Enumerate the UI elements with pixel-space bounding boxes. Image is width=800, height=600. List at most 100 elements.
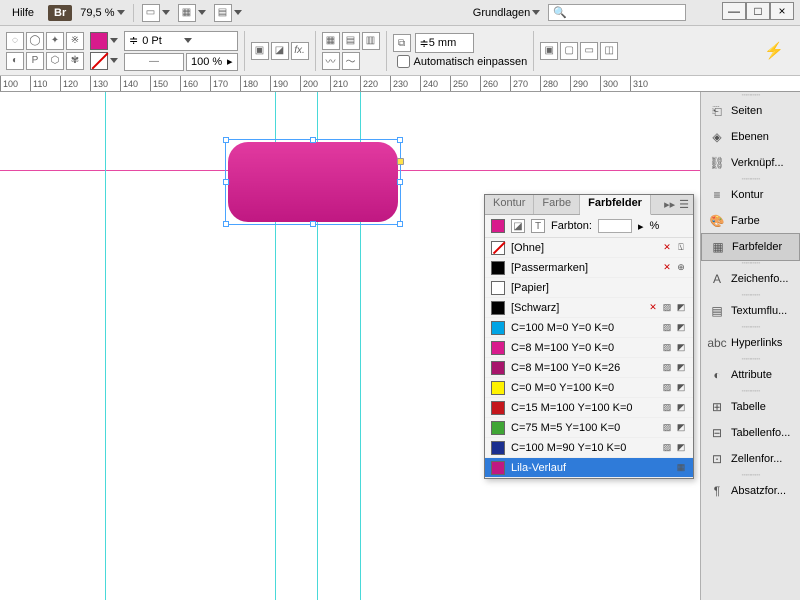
inset-field[interactable]: ≑	[415, 33, 474, 53]
workspace-dropdown[interactable]: Grundlagen	[473, 7, 541, 19]
search-field[interactable]: 🔍	[548, 4, 686, 21]
wrap-icon[interactable]: ▤	[342, 32, 360, 50]
dock-item-absatzfor[interactable]: ¶Absatzfor...	[701, 478, 800, 504]
panel-menu-icon[interactable]: ☰	[679, 198, 689, 211]
swatch-row[interactable]: Lila-Verlauf▦	[485, 458, 693, 478]
swatch-row[interactable]: C=8 M=100 Y=0 K=0▨◩	[485, 338, 693, 358]
horizontal-ruler[interactable]: 1001101201301401501601701801902002102202…	[0, 76, 800, 92]
opacity-field[interactable]: ▸	[186, 53, 238, 71]
swatch-row[interactable]: C=100 M=90 Y=10 K=0▨◩	[485, 438, 693, 458]
wrap-icon[interactable]: 〜	[342, 52, 360, 70]
dock-item-verknpf[interactable]: ⛓Verknüpf...	[701, 150, 800, 176]
dock-item-icon: ⊞	[709, 399, 725, 415]
swatch-row[interactable]: [Papier]	[485, 278, 693, 298]
search-input[interactable]	[571, 7, 681, 19]
stepper-icon[interactable]: ≑	[129, 34, 138, 47]
dock-item-tabelle[interactable]: ⊞Tabelle	[701, 394, 800, 420]
stroke-weight-input[interactable]	[142, 35, 180, 47]
tint-input[interactable]	[598, 219, 632, 233]
tint-slider-icon[interactable]: ▸	[638, 220, 644, 233]
swatch-row[interactable]: C=15 M=100 Y=100 K=0▨◩	[485, 398, 693, 418]
swatch-list[interactable]: [Ohne]✕⍂[Passermarken]✕⊕[Papier][Schwarz…	[485, 238, 693, 478]
inset-input[interactable]	[429, 37, 469, 49]
stroke-style-dropdown[interactable]: —	[124, 53, 184, 71]
dock-item-seiten[interactable]: ⎗Seiten	[701, 98, 800, 124]
tool-icon[interactable]: ✦	[46, 32, 64, 50]
tool-icon[interactable]: ⬡	[46, 52, 64, 70]
text-color-icon[interactable]: T	[531, 219, 545, 233]
tab-kontur[interactable]: Kontur	[485, 195, 534, 214]
opacity-input[interactable]	[191, 56, 227, 68]
selection-handle[interactable]	[397, 137, 403, 143]
toggle-fill-stroke-icon[interactable]: ◪	[511, 219, 525, 233]
selection-bounds	[225, 139, 401, 225]
selection-handle[interactable]	[223, 179, 229, 185]
collapse-icon[interactable]: ▸▸	[664, 198, 675, 211]
close-button[interactable]: ×	[770, 2, 794, 20]
selection-handle[interactable]	[397, 179, 403, 185]
wrap-icon[interactable]: ▦	[322, 32, 340, 50]
stroke-swatch-none[interactable]	[90, 52, 108, 70]
selection-handle[interactable]	[310, 221, 316, 227]
fill-dropdown-icon[interactable]	[110, 38, 118, 43]
fit-icon[interactable]: ▭	[580, 42, 598, 60]
maximize-button[interactable]: □	[746, 2, 770, 20]
minimize-button[interactable]: —	[722, 2, 746, 20]
dock-item-kontur[interactable]: ≡Kontur	[701, 182, 800, 208]
swatch-row[interactable]: [Schwarz]✕▨◩	[485, 298, 693, 318]
swatch-chip	[491, 401, 505, 415]
selection-handle[interactable]	[223, 221, 229, 227]
guide-vertical[interactable]	[105, 92, 106, 600]
selection-handle[interactable]	[310, 137, 316, 143]
dock-item-tabellenfo[interactable]: ⊟Tabellenfo...	[701, 420, 800, 446]
frame-fit-icon[interactable]: ⧉	[393, 34, 411, 52]
tool-icon[interactable]: ※	[66, 32, 84, 50]
fit-icon[interactable]: ◫	[600, 42, 618, 60]
dock-item-attribute[interactable]: ◐Attribute	[701, 362, 800, 388]
swatch-row[interactable]: C=0 M=0 Y=100 K=0▨◩	[485, 378, 693, 398]
fx-icon[interactable]: ◪	[271, 42, 289, 60]
dock-item-zeichenfo[interactable]: AZeichenfo...	[701, 266, 800, 292]
dock-item-farbe[interactable]: 🎨Farbe	[701, 208, 800, 234]
dock-item-ebenen[interactable]: ◈Ebenen	[701, 124, 800, 150]
help-menu[interactable]: Hilfe	[6, 5, 40, 21]
arrange-dropdown[interactable]: ▦	[178, 4, 206, 22]
bridge-badge[interactable]: Br	[48, 5, 72, 21]
swatch-row[interactable]: [Ohne]✕⍂	[485, 238, 693, 258]
lightning-icon[interactable]: ⚡	[764, 41, 794, 61]
active-fill-swatch[interactable]	[491, 219, 505, 233]
stroke-weight-field[interactable]: ≑	[124, 31, 238, 51]
zoom-dropdown[interactable]: 79,5 %	[80, 7, 124, 19]
tool-icon[interactable]: P	[26, 52, 44, 70]
swatch-row[interactable]: [Passermarken]✕⊕	[485, 258, 693, 278]
stroke-dropdown-icon[interactable]	[110, 58, 118, 63]
selection-handle[interactable]	[397, 221, 403, 227]
fx-icon[interactable]: fx.	[291, 42, 309, 60]
tool-icon[interactable]: ✾	[66, 52, 84, 70]
dock-item-textumflu[interactable]: ▤Textumflu...	[701, 298, 800, 324]
swatch-row[interactable]: C=100 M=0 Y=0 K=0▨◩	[485, 318, 693, 338]
swatches-panel[interactable]: Kontur Farbe Farbfelder ▸▸ ☰ ◪ T Farbton…	[484, 194, 694, 479]
tool-icon[interactable]: ◐	[6, 52, 24, 70]
chevron-right-icon[interactable]: ▸	[227, 55, 233, 68]
dock-item-zellenfor[interactable]: ⊡Zellenfor...	[701, 446, 800, 472]
corner-radius-handle[interactable]	[397, 158, 404, 165]
fx-icon[interactable]: ▣	[251, 42, 269, 60]
fit-icon[interactable]: ▣	[540, 42, 558, 60]
tab-farbe[interactable]: Farbe	[534, 195, 580, 214]
autofit-checkbox[interactable]	[397, 55, 410, 68]
swatch-row[interactable]: C=75 M=5 Y=100 K=0▨◩	[485, 418, 693, 438]
selection-handle[interactable]	[223, 137, 229, 143]
wrap-icon[interactable]: ▥	[362, 32, 380, 50]
wrap-icon[interactable]: 〰	[322, 52, 340, 70]
tool-icon[interactable]: ◌	[6, 32, 24, 50]
stepper-icon[interactable]: ≑	[420, 37, 429, 50]
tab-farbfelder[interactable]: Farbfelder	[580, 195, 651, 215]
fill-swatch[interactable]	[90, 32, 108, 50]
tool-icon[interactable]: ◯	[26, 32, 44, 50]
fit-icon[interactable]: ▢	[560, 42, 578, 60]
view-options-dropdown[interactable]: ▤	[214, 4, 242, 22]
dock-item-hyperlinks[interactable]: abcHyperlinks	[701, 330, 800, 356]
swatch-row[interactable]: C=8 M=100 Y=0 K=26▨◩	[485, 358, 693, 378]
screen-mode-dropdown[interactable]: ▭	[142, 4, 170, 22]
